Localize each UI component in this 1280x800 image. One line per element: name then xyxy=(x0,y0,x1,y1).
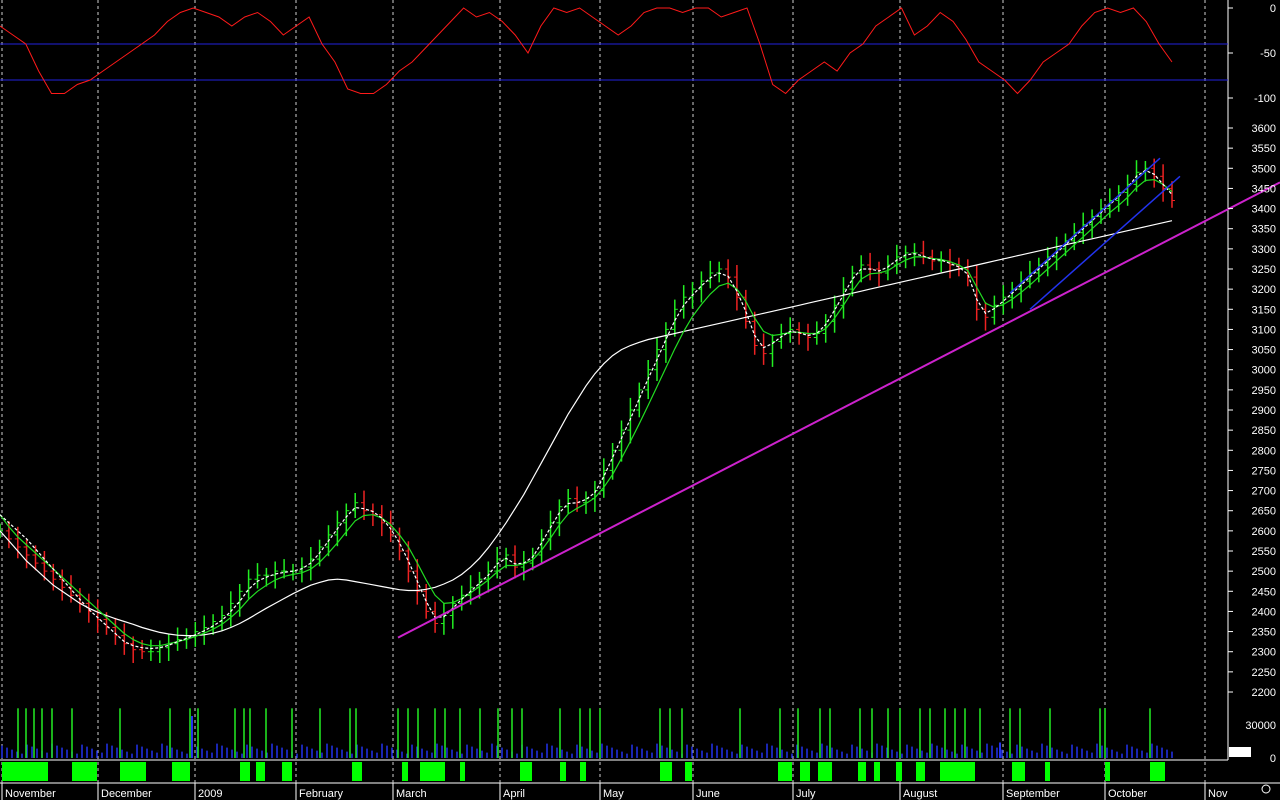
price-tick-22: 2500 xyxy=(1252,566,1276,578)
price-tick-16: 2800 xyxy=(1252,445,1276,457)
volume-tick-0: 30000 xyxy=(1245,720,1276,732)
price-tick-18: 2700 xyxy=(1252,486,1276,498)
price-tick-12: 3000 xyxy=(1252,365,1276,377)
price-tick-19: 2650 xyxy=(1252,506,1276,518)
osc-tick-0: 0 xyxy=(1270,3,1276,15)
status-block-10 xyxy=(460,762,465,781)
month-label-2: 2009 xyxy=(198,788,222,800)
status-block-26 xyxy=(1105,762,1110,781)
price-tick-9: 3150 xyxy=(1252,304,1276,316)
status-block-9 xyxy=(420,762,445,781)
price-tick-23: 2450 xyxy=(1252,586,1276,598)
status-block-23 xyxy=(940,762,975,781)
price-tick-17: 2750 xyxy=(1252,465,1276,477)
month-label-11: October xyxy=(1108,788,1147,800)
month-label-10: September xyxy=(1006,788,1060,800)
month-label-12: Nov xyxy=(1208,788,1228,800)
price-tick-27: 2250 xyxy=(1252,667,1276,679)
price-tick-7: 3250 xyxy=(1252,264,1276,276)
status-block-16 xyxy=(778,762,792,781)
status-block-27 xyxy=(1150,762,1165,781)
status-block-8 xyxy=(402,762,408,781)
status-block-17 xyxy=(800,762,810,781)
status-block-3 xyxy=(172,762,190,781)
status-block-2 xyxy=(120,762,146,781)
month-label-8: July xyxy=(796,788,816,800)
price-tick-3: 3450 xyxy=(1252,183,1276,195)
status-block-1 xyxy=(72,762,97,781)
volume-tick-1: 0 xyxy=(1270,753,1276,765)
price-tick-13: 2950 xyxy=(1252,385,1276,397)
status-block-5 xyxy=(256,762,265,781)
price-tick-24: 2400 xyxy=(1252,606,1276,618)
price-tick-28: 2200 xyxy=(1252,687,1276,699)
month-label-9: August xyxy=(903,788,937,800)
stock-chart: 0 -50 -100 3600 3550 3500 3450 3400 3350 3300 3250… xyxy=(0,0,1280,800)
status-block-4 xyxy=(240,762,250,781)
price-tick-21: 2550 xyxy=(1252,546,1276,558)
price-tick-6: 3300 xyxy=(1252,244,1276,256)
status-block-18 xyxy=(818,762,832,781)
volume-scale-box xyxy=(1229,747,1251,757)
status-block-7 xyxy=(352,762,362,781)
price-tick-15: 2850 xyxy=(1252,425,1276,437)
status-block-19 xyxy=(858,762,866,781)
status-block-11 xyxy=(520,762,532,781)
price-tick-0: 3600 xyxy=(1252,123,1276,135)
month-label-1: December xyxy=(101,788,152,800)
price-tick-11: 3050 xyxy=(1252,345,1276,357)
month-label-6: May xyxy=(603,788,624,800)
price-tick-2: 3500 xyxy=(1252,163,1276,175)
status-block-24 xyxy=(1012,762,1025,781)
status-block-15 xyxy=(685,762,692,781)
price-tick-5: 3350 xyxy=(1252,224,1276,236)
price-tick-26: 2300 xyxy=(1252,647,1276,659)
price-tick-25: 2350 xyxy=(1252,627,1276,639)
price-tick-8: 3200 xyxy=(1252,284,1276,296)
month-label-5: April xyxy=(503,788,525,800)
month-label-7: June xyxy=(696,788,720,800)
osc-tick-2: -100 xyxy=(1254,93,1276,105)
status-block-6 xyxy=(282,762,292,781)
status-block-20 xyxy=(874,762,880,781)
status-block-14 xyxy=(660,762,672,781)
osc-tick-1: -50 xyxy=(1260,48,1276,60)
price-tick-20: 2600 xyxy=(1252,526,1276,538)
price-tick-10: 3100 xyxy=(1252,324,1276,336)
status-block-0 xyxy=(2,762,48,781)
month-label-0: November xyxy=(5,788,56,800)
price-tick-1: 3550 xyxy=(1252,143,1276,155)
status-block-21 xyxy=(896,762,902,781)
price-tick-4: 3400 xyxy=(1252,204,1276,216)
price-tick-14: 2900 xyxy=(1252,405,1276,417)
month-label-3: February xyxy=(299,788,344,800)
status-block-22 xyxy=(916,762,925,781)
month-label-4: March xyxy=(396,788,427,800)
status-block-12 xyxy=(560,762,566,781)
status-block-13 xyxy=(580,762,586,781)
status-block-25 xyxy=(1045,762,1050,781)
